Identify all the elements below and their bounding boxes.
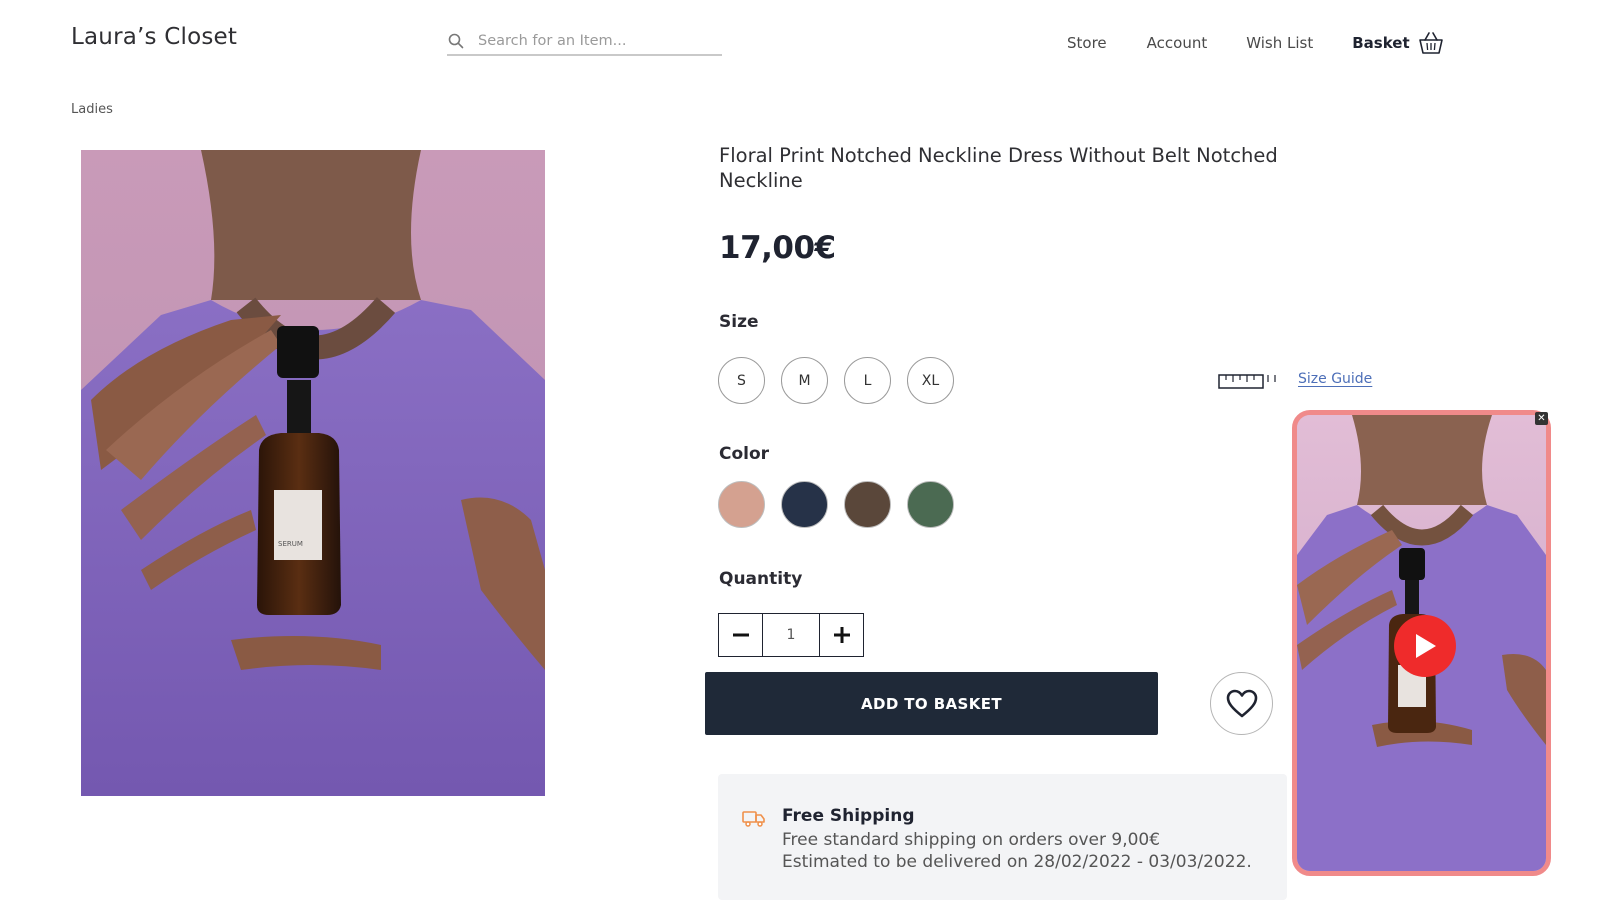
product-image[interactable]: SERUM — [81, 150, 545, 796]
search-input[interactable] — [478, 33, 698, 49]
color-swatch-pink[interactable] — [718, 481, 765, 528]
quantity-label: Quantity — [719, 569, 803, 589]
color-swatch-green[interactable] — [907, 481, 954, 528]
product-photo: SERUM — [81, 150, 545, 796]
play-icon — [1416, 634, 1436, 658]
play-button[interactable] — [1394, 615, 1456, 677]
quantity-decrease-button[interactable] — [719, 614, 762, 656]
nav-wish-list-link[interactable]: Wish List — [1246, 34, 1313, 52]
basket-icon — [1418, 32, 1443, 54]
basket-label: Basket — [1352, 34, 1410, 52]
truck-icon — [742, 811, 765, 827]
product-price: 17,00€ — [719, 230, 836, 266]
shipping-estimate: Estimated to be delivered on 28/02/2022 … — [782, 852, 1252, 872]
video-close-button[interactable]: ✕ — [1535, 412, 1548, 425]
size-option-s[interactable]: S — [718, 357, 765, 404]
size-option-l[interactable]: L — [844, 357, 891, 404]
product-title: Floral Print Notched Neckline Dress With… — [719, 144, 1278, 192]
color-label: Color — [719, 444, 770, 464]
size-option-m[interactable]: M — [781, 357, 828, 404]
nav-account-link[interactable]: Account — [1147, 34, 1208, 52]
quantity-increase-button[interactable] — [820, 614, 863, 656]
nav-basket-link[interactable]: Basket — [1352, 31, 1443, 55]
plus-icon — [833, 627, 850, 643]
breadcrumb[interactable]: Ladies — [71, 102, 113, 117]
shipping-info: Free Shipping Free standard shipping on … — [718, 774, 1287, 900]
main-nav: Store Account Wish List Basket — [1067, 31, 1444, 55]
ruler-icon — [1218, 374, 1276, 389]
add-to-wishlist-button[interactable] — [1210, 672, 1273, 735]
site-logo[interactable]: Laura’s Closet — [71, 24, 237, 50]
minus-icon — [732, 633, 749, 637]
size-label: Size — [719, 312, 759, 332]
bottle-label-text: SERUM — [278, 540, 303, 548]
nav-store-link[interactable]: Store — [1067, 34, 1107, 52]
quantity-stepper: 1 — [718, 613, 864, 657]
size-option-xl[interactable]: XL — [907, 357, 954, 404]
close-icon: ✕ — [1537, 412, 1546, 424]
video-preview-widget[interactable] — [1292, 410, 1551, 876]
color-swatch-brown[interactable] — [844, 481, 891, 528]
add-to-basket-button[interactable]: ADD TO BASKET — [705, 672, 1158, 735]
shipping-description: Free standard shipping on orders over 9,… — [782, 830, 1161, 850]
heart-icon — [1226, 689, 1257, 717]
shipping-title: Free Shipping — [782, 806, 915, 826]
color-swatch-navy[interactable] — [781, 481, 828, 528]
size-guide-link[interactable]: Size Guide — [1298, 371, 1372, 387]
quantity-value[interactable]: 1 — [762, 614, 820, 656]
size-options: S M L XL — [718, 357, 954, 404]
search-icon[interactable] — [448, 33, 464, 49]
search-bar — [447, 28, 722, 56]
color-options — [718, 481, 954, 528]
